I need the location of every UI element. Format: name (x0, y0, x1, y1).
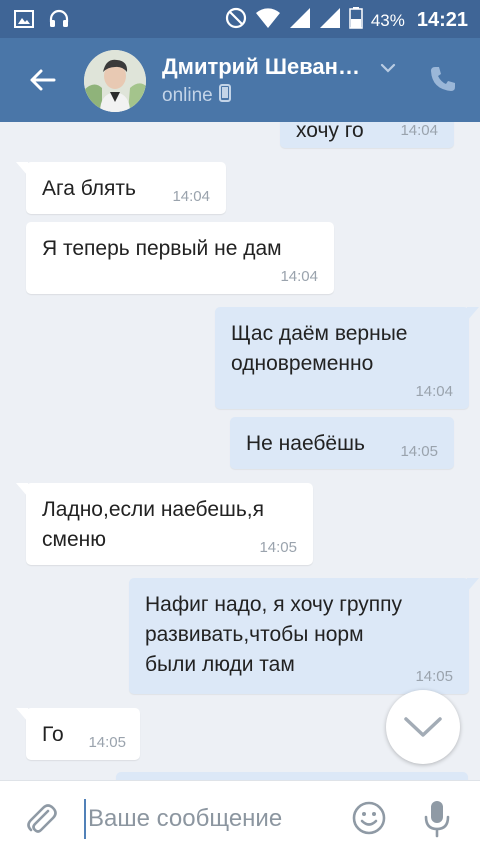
message-time: 14:04 (400, 122, 438, 139)
scroll-down-icon (404, 717, 442, 737)
signal-icon (289, 7, 311, 34)
message-bubble-incoming[interactable]: Го 14:05 (16, 708, 140, 760)
microphone-icon (424, 801, 450, 838)
composer (0, 780, 480, 854)
emoji-icon (352, 801, 386, 835)
call-button[interactable] (428, 64, 460, 96)
contact-status: online (162, 84, 231, 108)
message-time: 14:04 (415, 383, 453, 400)
message-text: Нафиг надо, я хочу группу развивать,чтоб… (145, 593, 403, 676)
back-arrow-icon (30, 69, 56, 91)
chevron-down-icon[interactable] (380, 60, 396, 78)
chat-header: Дмитрий Шеван… online (0, 38, 480, 122)
message-bubble-outgoing[interactable]: хочу го 14:04 (280, 122, 454, 148)
message-bubble-outgoing[interactable]: Не наебёшь 14:05 (230, 417, 454, 469)
status-text: online (162, 85, 213, 106)
message-bubble-incoming[interactable]: Ладно,если наебешь,я сменю 14:05 (16, 483, 313, 565)
message-time: 14:05 (400, 443, 438, 460)
message-list[interactable]: хочу го 14:04 Ага блять 14:04 Я теперь п… (0, 122, 480, 780)
message-bubble-incoming[interactable]: Я теперь первый не дам 14:04 (26, 222, 334, 294)
avatar[interactable] (84, 50, 146, 112)
scroll-down-button[interactable] (386, 690, 460, 764)
emoji-button[interactable] (352, 801, 386, 835)
message-bubble-outgoing[interactable]: Нафиг надо, я хочу группу развивать,чтоб… (129, 578, 479, 694)
message-time: 14:04 (280, 268, 318, 285)
phone-icon (431, 67, 455, 91)
signal-icon-2 (319, 7, 341, 34)
message-time: 14:05 (415, 668, 453, 685)
battery-icon (349, 7, 363, 34)
message-bubble-incoming[interactable]: Ага блять 14:04 (16, 162, 226, 214)
attach-button[interactable] (24, 801, 58, 837)
message-text: Щас даём верные одновременно (231, 322, 408, 375)
message-input[interactable] (84, 799, 334, 839)
mobile-device-icon (218, 84, 231, 108)
microphone-button[interactable] (422, 799, 452, 839)
message-bubble-outgoing[interactable]: Щас даём верные одновременно 14:04 (215, 307, 479, 409)
gallery-icon (14, 10, 34, 33)
message-text: Я теперь первый не дам (42, 237, 282, 260)
clock: 14:21 (416, 9, 468, 31)
message-bubble-outgoing-partial[interactable] (116, 772, 468, 780)
battery-percent: 43% (370, 10, 405, 30)
contact-name[interactable]: Дмитрий Шеван… (162, 54, 360, 80)
message-time: 14:04 (172, 188, 210, 205)
paperclip-icon (27, 804, 57, 833)
dnd-icon (225, 7, 247, 34)
wifi-icon (255, 7, 281, 34)
message-time: 14:05 (88, 734, 126, 751)
status-bar: 43% 14:21 (0, 0, 480, 38)
headset-icon (48, 9, 70, 34)
message-time: 14:05 (259, 539, 297, 556)
back-button[interactable] (22, 62, 62, 98)
